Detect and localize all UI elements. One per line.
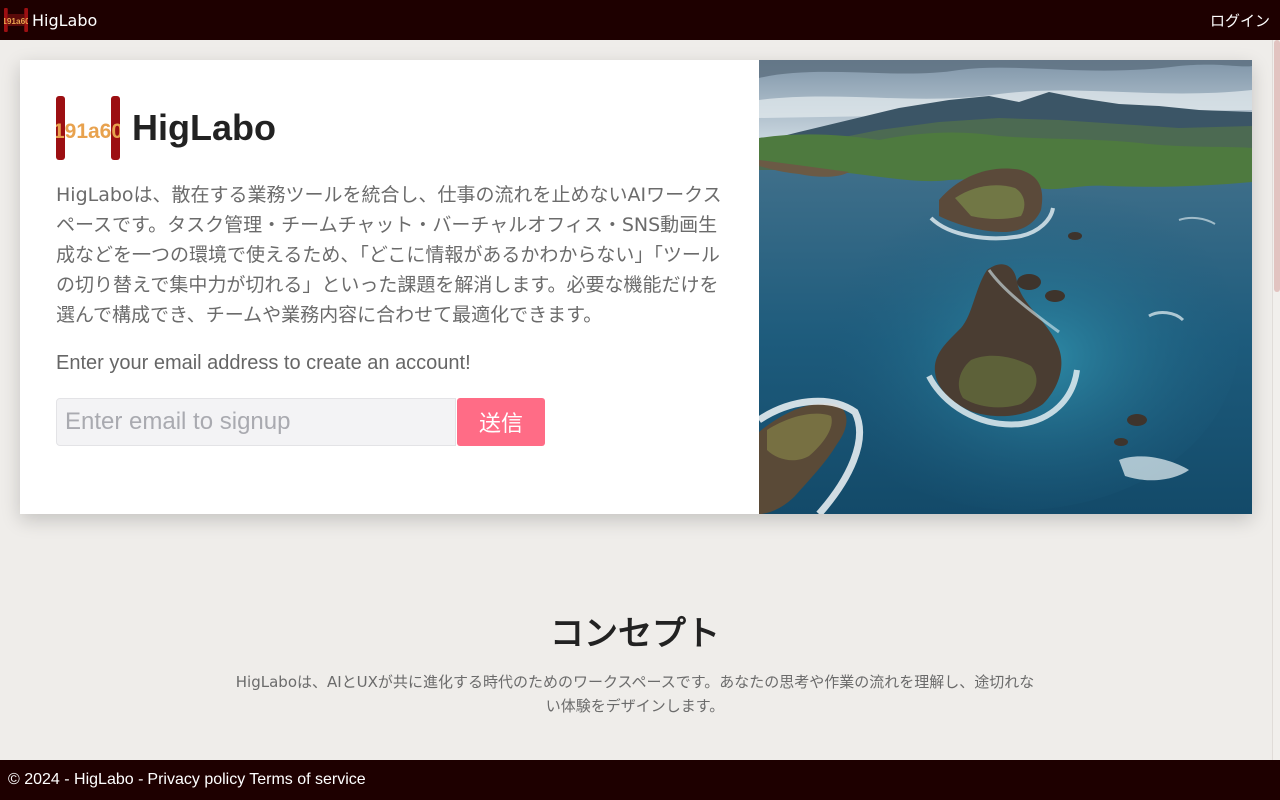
email-signup-input[interactable] xyxy=(56,398,456,446)
hero-logo-row: 191a60 HigLabo xyxy=(56,96,723,160)
higlabo-logo-icon: 191a60 xyxy=(56,96,120,160)
concept-heading: コンセプト xyxy=(550,614,720,654)
concept-body: HigLaboは、AIとUXが共に進化する時代のためのワークスペースです。あなた… xyxy=(235,673,1035,715)
submit-button[interactable]: 送信 xyxy=(457,398,545,446)
hero-card: 191a60 HigLabo HigLaboは、散在する業務ツールを統合し、仕事… xyxy=(20,60,1252,514)
scrollbar-thumb[interactable] xyxy=(1274,40,1280,292)
signup-cta-text: Enter your email address to create an ac… xyxy=(56,352,471,374)
brand-link[interactable]: 191a60 HigLabo xyxy=(4,8,97,32)
privacy-policy-link[interactable]: Privacy policy xyxy=(147,771,245,789)
signup-form: 送信 xyxy=(56,398,723,446)
brand-name: HigLabo xyxy=(32,10,98,30)
hero-title: HigLabo xyxy=(132,107,276,148)
footer: © 2024 - HigLabo - Privacy policy Terms … xyxy=(0,760,1280,800)
footer-copyright: © 2024 - HigLabo - xyxy=(8,771,144,788)
higlabo-logo-icon: 191a60 xyxy=(4,8,28,32)
hero-logo-text: 191a60 xyxy=(56,120,120,143)
login-link[interactable]: ログイン xyxy=(1210,10,1270,31)
page-scrollbar[interactable] xyxy=(1272,40,1280,760)
hero-image xyxy=(759,60,1252,514)
coastline-photo xyxy=(759,60,1252,514)
mini-logo-text: 191a60 xyxy=(4,17,28,26)
hero-description: HigLaboは、散在する業務ツールを統合し、仕事の流れを止めないAIワークスペ… xyxy=(56,184,722,326)
top-navbar: 191a60 HigLabo ログイン xyxy=(0,0,1280,40)
hero-content: 191a60 HigLabo HigLaboは、散在する業務ツールを統合し、仕事… xyxy=(20,60,759,514)
terms-of-service-link[interactable]: Terms of service xyxy=(249,771,365,789)
